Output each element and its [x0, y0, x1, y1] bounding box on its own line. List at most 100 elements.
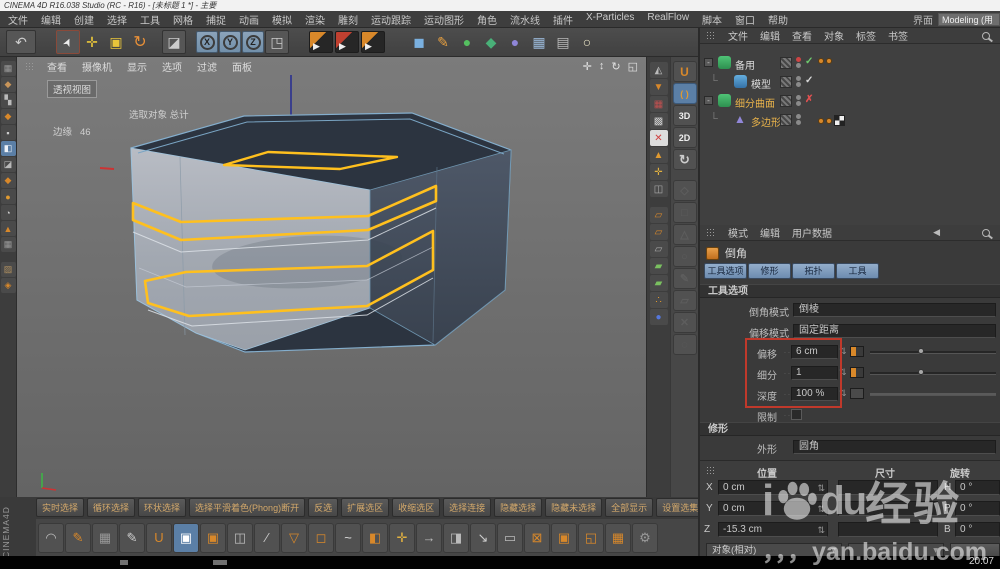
visibility-dots[interactable] — [796, 94, 802, 108]
x-position-field[interactable]: 0 cm⇅ — [718, 480, 828, 495]
view-name-chip[interactable]: 透视视图 — [47, 80, 97, 98]
menu-item-0[interactable]: 文件 — [8, 12, 28, 27]
axis-xyz-icon[interactable]: ✛ — [650, 164, 668, 180]
layer-icon[interactable] — [780, 114, 792, 126]
menu-item-19[interactable]: 窗口 — [735, 12, 755, 27]
polygons-mode-icon[interactable]: ◪ — [1, 157, 16, 172]
om-menu-item-2[interactable]: 查看 — [792, 28, 812, 43]
knife-tool-icon[interactable]: ✎ — [119, 523, 145, 553]
offset-slider-knob[interactable] — [918, 348, 924, 354]
subdivision-spinner[interactable]: ⇅ — [839, 367, 847, 378]
subdivision-mini-slider[interactable] — [850, 367, 864, 378]
object-tags[interactable] — [818, 115, 845, 126]
axis-z-button[interactable]: Z — [242, 31, 264, 53]
axis-y-button[interactable]: Y — [219, 31, 241, 53]
selection-button-0[interactable]: 实时选择 — [36, 498, 84, 517]
snap-3d-icon[interactable]: 3D — [673, 105, 697, 126]
viewport-menu-item-1[interactable]: 摄像机 — [82, 59, 112, 74]
scale-edge-icon[interactable]: ↘ — [470, 523, 496, 553]
last-tool-icon[interactable]: ◪ — [162, 30, 186, 54]
plane-tool-icon[interactable]: ▱ — [650, 224, 668, 240]
snap-option-icon[interactable]: △ — [673, 224, 697, 245]
offset-spinner[interactable]: ⇅ — [839, 346, 847, 357]
stitch-tool-icon[interactable]: ◻ — [308, 523, 334, 553]
mesh-check-icon[interactable]: ▦ — [605, 523, 631, 553]
panel-grip[interactable] — [25, 62, 35, 71]
snap-option-icon[interactable]: ✕ — [673, 312, 697, 333]
snap-option-icon[interactable]: □ — [673, 202, 697, 223]
viewport-menu-item-3[interactable]: 选项 — [162, 59, 182, 74]
om-menu-item-4[interactable]: 标签 — [856, 28, 876, 43]
spheres-icon[interactable]: ● — [650, 309, 668, 325]
extrude-tool-icon[interactable]: ▣ — [200, 523, 226, 553]
wave-tool-icon[interactable]: ~ — [335, 523, 361, 553]
selection-button-6[interactable]: 收缩选区 — [392, 498, 440, 517]
subdivision-field[interactable]: 1 — [791, 366, 838, 380]
weld-tool-icon[interactable]: ◧ — [362, 523, 388, 553]
object-row[interactable]: - 备用 ✓ — [700, 54, 1000, 72]
light-button[interactable]: ○ — [575, 30, 599, 54]
arch-tool-icon[interactable]: ◠ — [38, 523, 64, 553]
viewport-menu-item-4[interactable]: 过滤 — [197, 59, 217, 74]
selection-button-5[interactable]: 扩展选区 — [341, 498, 389, 517]
add-primitive-button[interactable]: ◼ — [407, 30, 431, 54]
menu-item-17[interactable]: RealFlow — [647, 12, 689, 27]
selection-button-10[interactable]: 全部显示 — [605, 498, 653, 517]
selection-button-8[interactable]: 隐藏选择 — [494, 498, 542, 517]
menu-item-9[interactable]: 渲染 — [305, 12, 325, 27]
enable-check-icon[interactable]: ✓ — [805, 75, 813, 86]
generator-object-icon[interactable] — [718, 56, 731, 69]
perspective-viewport[interactable]: 查看摄像机显示选项过滤面板 ✛ ↕ ↻ ◱ 透视视图 选取对象 总计 边缘 46 — [17, 57, 646, 497]
bridge-tool-icon[interactable]: ◫ — [227, 523, 253, 553]
generator-button[interactable]: ● — [455, 30, 479, 54]
maximize-view-icon[interactable]: ◱ — [628, 60, 638, 73]
model-mode-icon[interactable]: ◆ — [1, 77, 16, 92]
camera-button[interactable]: ▤ — [551, 30, 575, 54]
floor-button[interactable]: ▦ — [527, 30, 551, 54]
move-tool[interactable]: ✛ — [80, 30, 104, 54]
viewport-filter-icon[interactable]: ▦ — [1, 237, 16, 252]
settings-gear-icon[interactable]: ⚙ — [632, 523, 658, 553]
plane-tool-icon[interactable]: ▱ — [650, 207, 668, 223]
scale-tool[interactable]: ▣ — [104, 30, 128, 54]
spline-pen-button[interactable]: ✎ — [431, 30, 455, 54]
menu-item-18[interactable]: 脚本 — [702, 12, 722, 27]
object-row[interactable]: └ ▲ 多边形 — [700, 111, 1000, 129]
snap-auto-icon[interactable]: ( ) — [673, 83, 697, 104]
menu-item-13[interactable]: 角色 — [477, 12, 497, 27]
uv-edit-icon[interactable]: ◈ — [1, 278, 16, 293]
smooth-tool-icon[interactable]: ▽ — [281, 523, 307, 553]
layer-icon[interactable] — [780, 57, 792, 69]
snap-option-icon[interactable]: ◌ — [673, 334, 697, 355]
z-position-field[interactable]: -15.3 cm⇅ — [718, 522, 828, 537]
measure-tool-icon[interactable]: ◭ — [650, 62, 668, 78]
polygon-object-icon[interactable]: ▲ — [734, 113, 747, 126]
split-tool-icon[interactable]: ▣ — [551, 523, 577, 553]
panel-grip[interactable] — [706, 31, 716, 40]
magnet-tool-icon[interactable]: U — [146, 523, 172, 553]
live-selection-tool[interactable]: ➤ — [56, 30, 80, 54]
selection-button-4[interactable]: 反选 — [308, 498, 338, 517]
depth-slider[interactable] — [870, 393, 996, 396]
search-icon[interactable] — [982, 32, 990, 40]
limit-checkbox[interactable] — [791, 409, 802, 420]
delete-icon[interactable]: ✕ — [650, 130, 668, 146]
disable-x-icon[interactable]: ✗ — [805, 94, 813, 105]
workplane-mode-icon[interactable]: ◆ — [1, 109, 16, 124]
subdivision-slider[interactable] — [870, 372, 996, 375]
menu-item-11[interactable]: 运动跟踪 — [371, 12, 411, 27]
y-size-field[interactable] — [838, 501, 938, 516]
snap-rotate-icon[interactable]: ↻ — [673, 149, 697, 170]
object-row[interactable]: - 细分曲面 ✗ — [700, 92, 1000, 110]
z-size-field[interactable] — [838, 522, 938, 537]
visibility-dots[interactable] — [796, 56, 802, 70]
panel-grip[interactable] — [706, 466, 716, 475]
bevel-mode-dropdown[interactable]: 倒棱 — [793, 303, 996, 317]
workplane-lock-icon[interactable]: ▲ — [1, 221, 16, 236]
menu-item-20[interactable]: 帮助 — [768, 12, 788, 27]
attr-menu-item-1[interactable]: 编辑 — [760, 225, 780, 240]
snap-magnet-icon[interactable]: U — [673, 61, 697, 82]
snap-option-icon[interactable]: ✎ — [673, 268, 697, 289]
depth-mini-slider[interactable] — [850, 388, 864, 399]
rotate-view-icon[interactable]: ↻ — [611, 60, 620, 73]
